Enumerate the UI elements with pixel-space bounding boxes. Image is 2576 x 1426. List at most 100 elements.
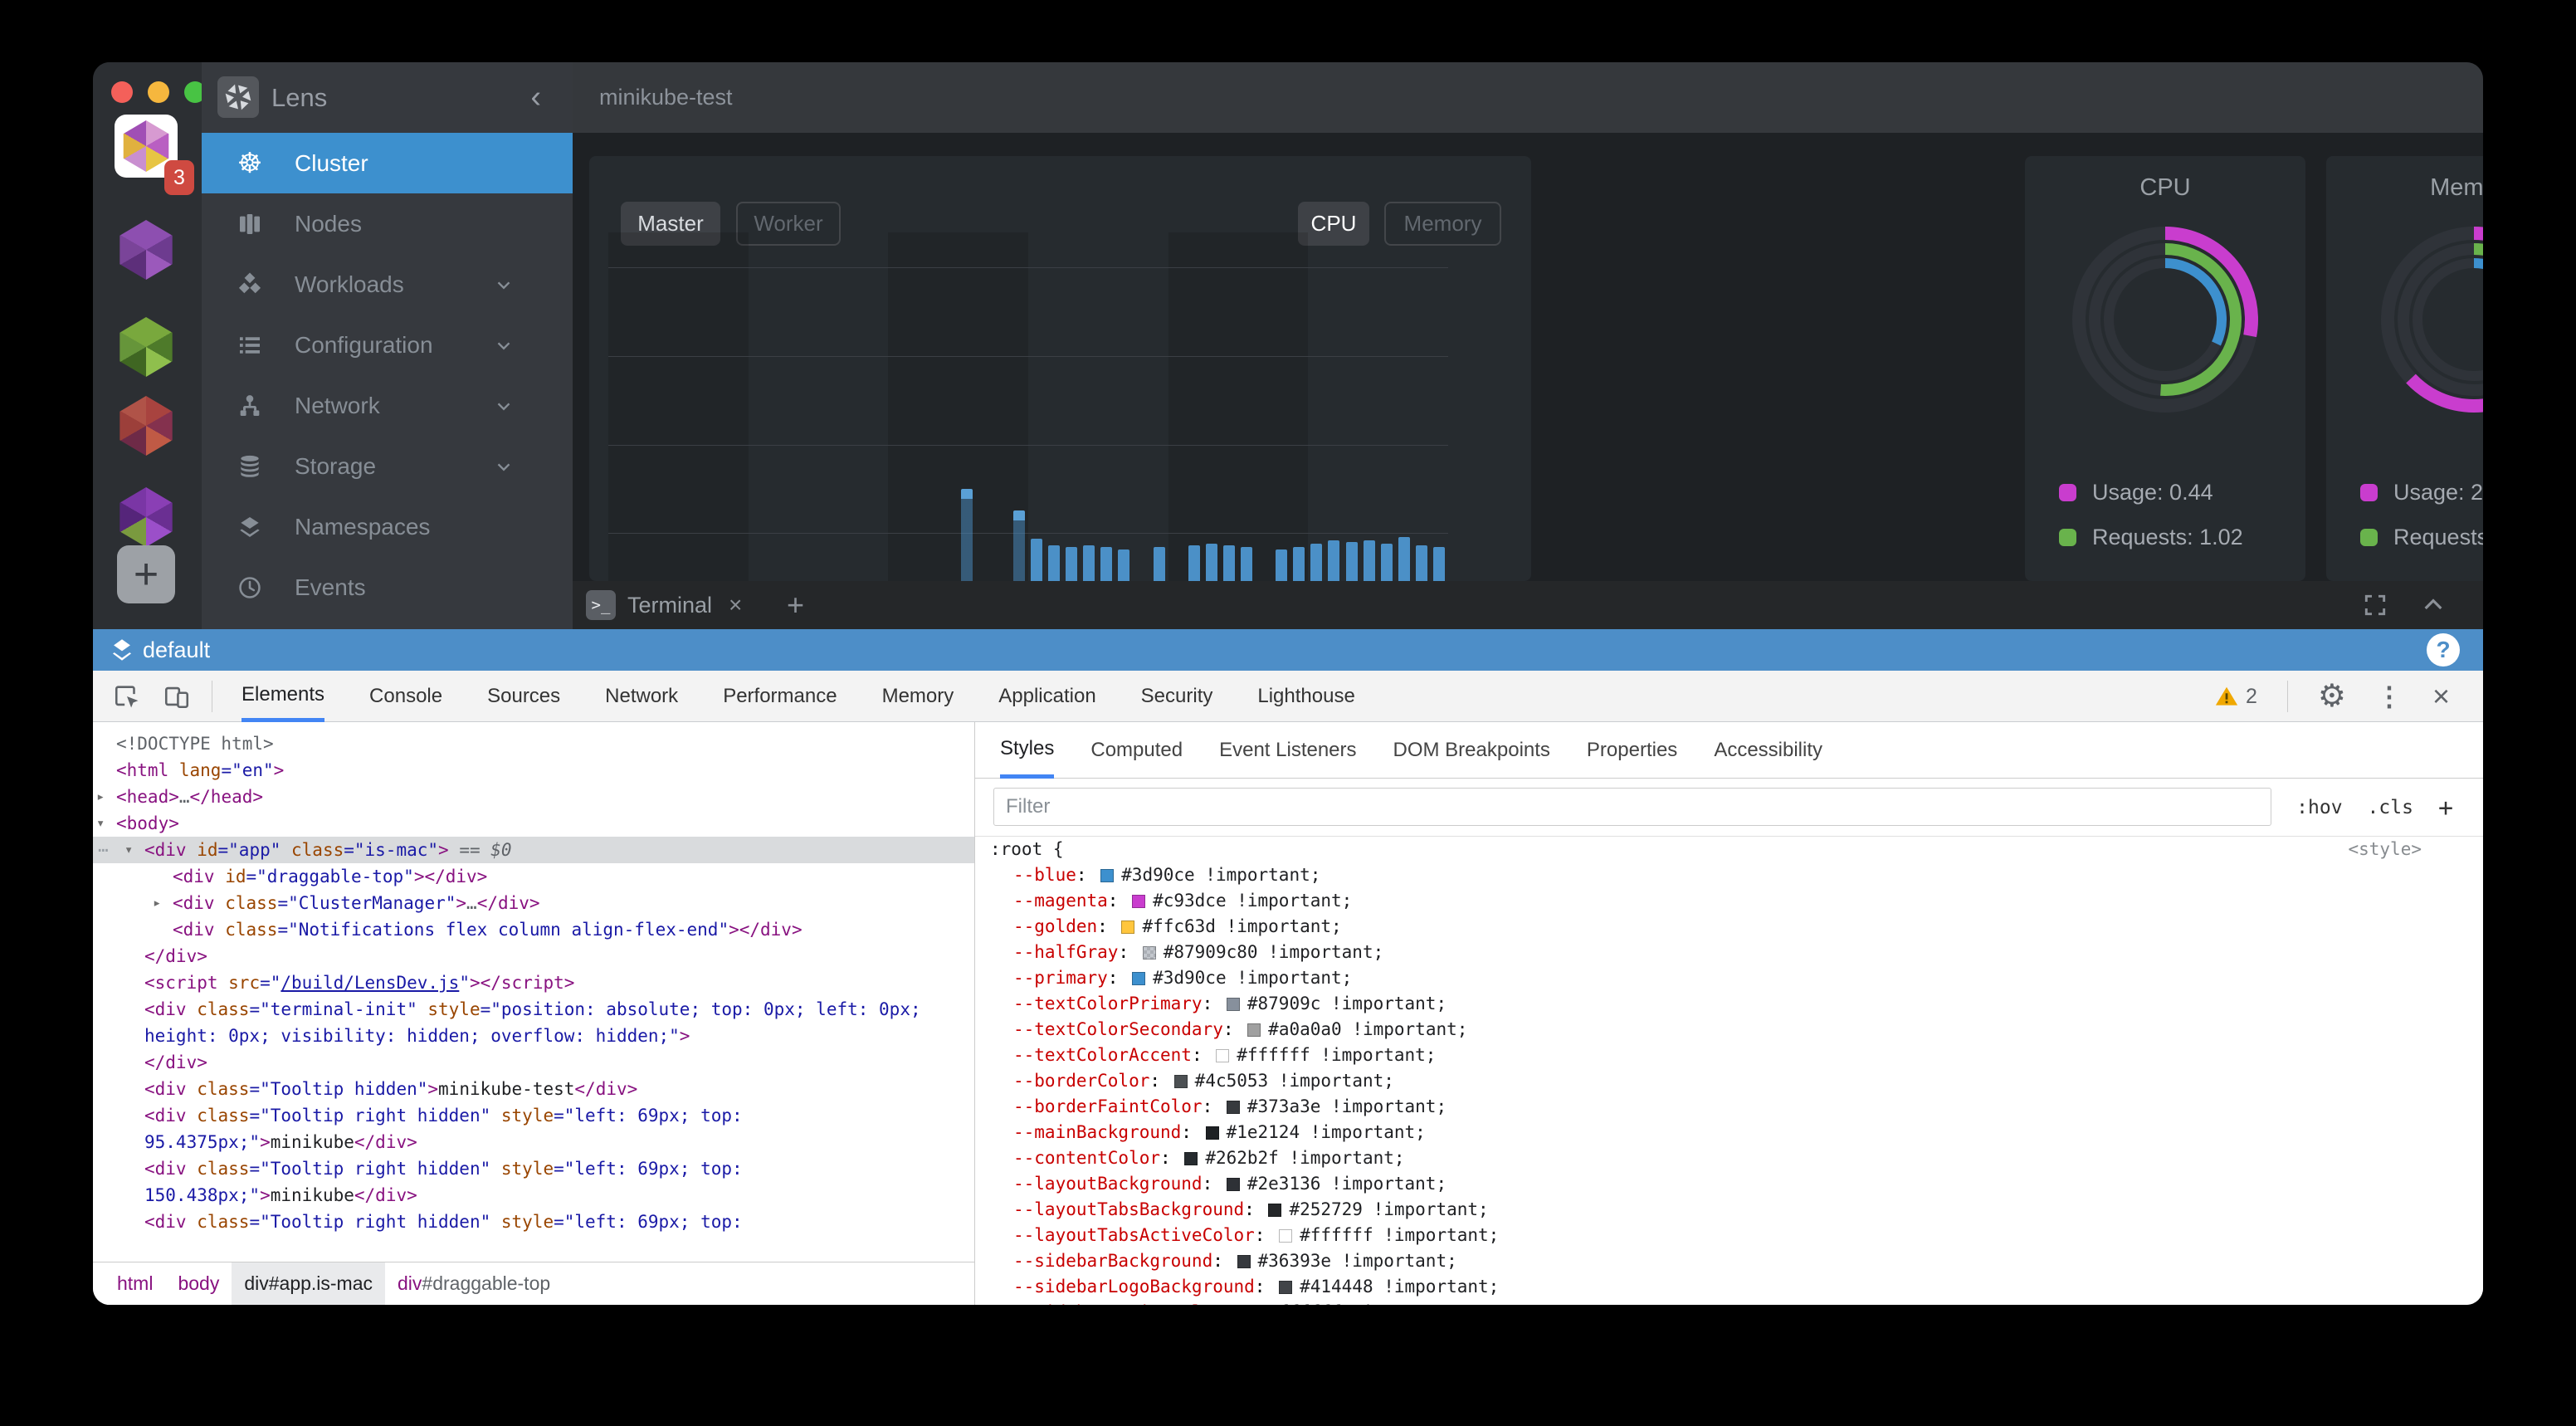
breadcrumb-div-draggable-top[interactable]: div#draggable-top xyxy=(385,1262,563,1305)
console-warnings-badge[interactable]: 2 xyxy=(2214,684,2257,709)
sidebar-item-configuration[interactable]: Configuration xyxy=(202,315,573,375)
breadcrumb-body[interactable]: body xyxy=(165,1262,232,1305)
color-swatch[interactable] xyxy=(1279,1281,1292,1294)
css-property--textcolorprimary[interactable]: --textColorPrimary: #87909c !important; xyxy=(975,991,2483,1017)
namespace-name[interactable]: default xyxy=(143,629,210,671)
sidebar-item-storage[interactable]: Storage xyxy=(202,436,573,496)
devtools-tab-memory[interactable]: Memory xyxy=(882,671,954,722)
color-swatch[interactable] xyxy=(1100,869,1114,882)
styles-panel-tab-properties[interactable]: Properties xyxy=(1587,722,1677,779)
dock-item-cluster-3[interactable] xyxy=(116,317,176,377)
terminal-tab[interactable]: Terminal xyxy=(627,581,712,629)
new-style-rule-button[interactable]: + xyxy=(2438,794,2453,823)
css-property--layouttabsbackground[interactable]: --layoutTabsBackground: #252729 !importa… xyxy=(975,1197,2483,1223)
dom-tree-node[interactable]: <div class="terminal-init" style="positi… xyxy=(93,996,974,1049)
toggle-hover-state-button[interactable]: :hov xyxy=(2296,797,2342,818)
devtools-menu-icon[interactable]: ⋮ xyxy=(2376,681,2403,712)
css-property--halfgray[interactable]: --halfGray: #87909c80 !important; xyxy=(975,940,2483,965)
css-property--contentcolor[interactable]: --contentColor: #262b2f !important; xyxy=(975,1145,2483,1171)
dom-tree-node[interactable]: <!DOCTYPE html> xyxy=(93,730,974,757)
close-window-button[interactable] xyxy=(111,81,133,103)
styles-panel-tab-accessibility[interactable]: Accessibility xyxy=(1714,722,1822,779)
chevron-down-icon[interactable] xyxy=(493,274,515,295)
add-cluster-button[interactable]: + xyxy=(117,545,175,603)
css-selector[interactable]: :root { xyxy=(990,839,1064,859)
expand-arrow-icon[interactable]: ▸ xyxy=(96,784,105,810)
css-property--borderfaintcolor[interactable]: --borderFaintColor: #373a3e !important; xyxy=(975,1094,2483,1120)
dom-tree-node[interactable]: </div> xyxy=(93,943,974,969)
color-swatch[interactable] xyxy=(1174,1075,1188,1088)
color-swatch[interactable] xyxy=(1206,1126,1219,1140)
devtools-tab-lighthouse[interactable]: Lighthouse xyxy=(1257,671,1354,722)
dom-tree-node[interactable]: <div class="Tooltip right hidden" style=… xyxy=(93,1155,974,1209)
toggle-class-button[interactable]: .cls xyxy=(2368,797,2413,818)
terminal-close-icon[interactable]: × xyxy=(729,581,742,629)
sidebar-item-events[interactable]: Events xyxy=(202,557,573,618)
styles-panel-tab-computed[interactable]: Computed xyxy=(1090,722,1183,779)
dom-tree-node[interactable]: ▸<div class="ClusterManager">…</div> xyxy=(93,890,974,916)
breadcrumb-div-app-is-mac[interactable]: div#app.is-mac xyxy=(232,1262,385,1305)
dock-item-cluster-4[interactable] xyxy=(116,396,176,456)
devtools-close-icon[interactable]: × xyxy=(2432,679,2450,714)
color-swatch[interactable] xyxy=(1227,998,1240,1011)
dom-tree-node[interactable]: ▾<body> xyxy=(93,810,974,837)
styles-panel-tab-dom-breakpoints[interactable]: DOM Breakpoints xyxy=(1393,722,1550,779)
device-toolbar-icon[interactable] xyxy=(159,679,194,714)
css-property--primary[interactable]: --primary: #3d90ce !important; xyxy=(975,965,2483,991)
sidebar-item-workloads[interactable]: Workloads xyxy=(202,254,573,315)
dock-item-cluster-5[interactable] xyxy=(116,487,176,547)
css-property--sidebaractivecolor[interactable]: --sidebarActiveColor: #ffffff !important… xyxy=(975,1300,2483,1305)
expand-arrow-icon[interactable]: ▾ xyxy=(124,837,133,863)
dom-tree-node[interactable]: ▸<head>…</head> xyxy=(93,784,974,810)
chevron-down-icon[interactable] xyxy=(493,335,515,356)
styles-panel-tab-styles[interactable]: Styles xyxy=(1000,722,1054,779)
dom-tree-node[interactable]: <div class="Tooltip right hidden" style=… xyxy=(93,1102,974,1155)
css-property--textcoloraccent[interactable]: --textColorAccent: #ffffff !important; xyxy=(975,1043,2483,1068)
expand-arrow-icon[interactable]: ▸ xyxy=(153,890,161,916)
devtools-tab-security[interactable]: Security xyxy=(1141,671,1213,722)
css-property--layouttabsactivecolor[interactable]: --layoutTabsActiveColor: #ffffff !import… xyxy=(975,1223,2483,1248)
inspect-element-icon[interactable] xyxy=(110,679,144,714)
css-property--sidebarlogobackground[interactable]: --sidebarLogoBackground: #414448 !import… xyxy=(975,1274,2483,1300)
color-swatch[interactable] xyxy=(1184,1152,1198,1165)
dom-tree-node[interactable]: <div class="Tooltip right hidden" style=… xyxy=(93,1209,974,1235)
css-property--blue[interactable]: --blue: #3d90ce !important; xyxy=(975,862,2483,888)
sidebar-item-cluster[interactable]: ☸Cluster xyxy=(202,133,573,193)
dom-tree-node[interactable]: <html lang="en"> xyxy=(93,757,974,784)
color-swatch[interactable] xyxy=(1237,1255,1251,1268)
sidebar-item-network[interactable]: Network xyxy=(202,375,573,436)
devtools-tab-application[interactable]: Application xyxy=(998,671,1095,722)
color-swatch[interactable] xyxy=(1227,1178,1240,1191)
css-property--magenta[interactable]: --magenta: #c93dce !important; xyxy=(975,888,2483,914)
css-property--mainbackground[interactable]: --mainBackground: #1e2124 !important; xyxy=(975,1120,2483,1145)
sidebar-item-namespaces[interactable]: Namespaces xyxy=(202,496,573,557)
breadcrumb-html[interactable]: html xyxy=(105,1262,165,1305)
chevron-down-icon[interactable] xyxy=(493,395,515,417)
devtools-tab-console[interactable]: Console xyxy=(369,671,442,722)
dom-tree-node[interactable]: </div> xyxy=(93,1049,974,1076)
terminal-add-icon[interactable]: + xyxy=(787,581,804,629)
css-property--bordercolor[interactable]: --borderColor: #4c5053 !important; xyxy=(975,1068,2483,1094)
chevron-down-icon[interactable] xyxy=(493,456,515,477)
expand-arrow-icon[interactable]: ▾ xyxy=(96,810,105,837)
sidebar-collapse-icon[interactable]: ‹ xyxy=(530,62,541,133)
help-button[interactable]: ? xyxy=(2427,633,2460,667)
fullscreen-icon[interactable] xyxy=(2362,592,2388,618)
dom-tree-node[interactable]: <div class="Tooltip hidden">minikube-tes… xyxy=(93,1076,974,1102)
css-property--layoutbackground[interactable]: --layoutBackground: #2e3136 !important; xyxy=(975,1171,2483,1197)
color-swatch[interactable] xyxy=(1227,1101,1240,1114)
css-property--golden[interactable]: --golden: #ffc63d !important; xyxy=(975,914,2483,940)
devtools-tab-sources[interactable]: Sources xyxy=(487,671,560,722)
css-property--sidebarbackground[interactable]: --sidebarBackground: #36393e !important; xyxy=(975,1248,2483,1274)
sidebar-item-nodes[interactable]: Nodes xyxy=(202,193,573,254)
styles-filter-input[interactable] xyxy=(993,788,2271,826)
style-source-link[interactable]: <style> xyxy=(2348,837,2422,862)
color-swatch[interactable] xyxy=(1143,946,1156,960)
color-swatch[interactable] xyxy=(1247,1023,1261,1037)
color-swatch[interactable] xyxy=(1268,1204,1281,1217)
color-swatch[interactable] xyxy=(1216,1049,1229,1062)
minimize-window-button[interactable] xyxy=(148,81,169,103)
dock-item-cluster-minikube-test[interactable]: 3 xyxy=(115,115,178,178)
node-overflow-dots[interactable]: ⋯ xyxy=(98,837,107,863)
styles-panel-tab-event-listeners[interactable]: Event Listeners xyxy=(1219,722,1356,779)
